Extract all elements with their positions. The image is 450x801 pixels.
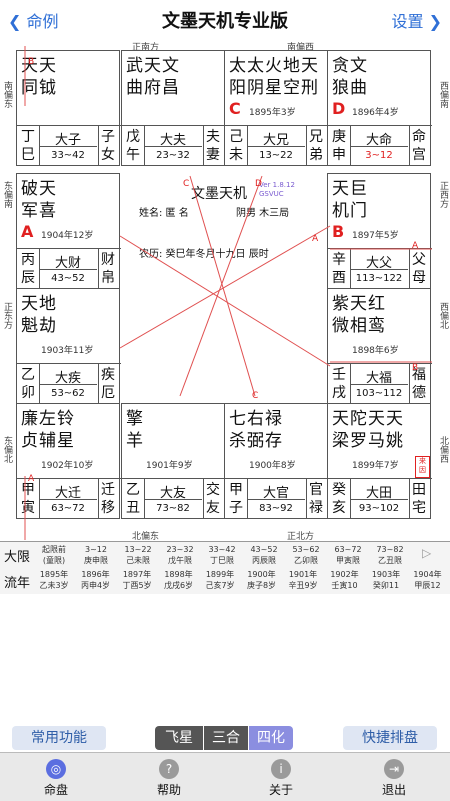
daxian-cell[interactable]: 63~72 甲寅限 <box>328 544 368 566</box>
daxian-range: 起限前 <box>42 545 66 554</box>
play-icon[interactable]: ▷ <box>422 546 431 560</box>
liunian-year: 1900年 <box>247 570 276 579</box>
liunian-ganzhi: 丙申4岁 <box>80 581 111 590</box>
liunian-year: 1903年 <box>371 570 401 579</box>
info-icon: i <box>271 759 291 779</box>
svg-text:A: A <box>312 234 319 244</box>
liunian-ganzhi: 己亥7岁 <box>205 581 235 590</box>
daxian-cell[interactable]: 73~82 乙丑限 <box>370 544 410 566</box>
liunian-ganzhi: 丁酉5岁 <box>122 581 152 590</box>
daxian-cell[interactable]: 53~62 乙卯限 <box>286 544 326 566</box>
liunian-year: 1904年 <box>413 570 442 579</box>
daxian-ganzhi: 甲寅限 <box>336 556 360 565</box>
line-b-center <box>119 235 331 367</box>
help-icon: ? <box>159 759 179 779</box>
page-title: 文墨天机专业版 <box>162 11 288 32</box>
liunian-ganzhi: 甲辰12 <box>414 581 441 590</box>
liunian-cell[interactable]: 1904年甲辰12 <box>408 569 448 591</box>
daxian-cell[interactable]: 13~22 己未限 <box>118 544 158 566</box>
tab-chart-label: 命盘 <box>43 783 68 797</box>
daxian-range: 3~12 <box>85 545 107 554</box>
liunian-year: 1899年 <box>205 570 235 579</box>
daxian-cell[interactable]: 23~32 戊午限 <box>160 544 200 566</box>
daxian-range: 23~32 <box>166 545 194 554</box>
tab-chart[interactable]: ◎ 命盘 <box>11 753 101 798</box>
tab-about[interactable]: i 关于 <box>236 753 326 798</box>
daxian-label: 大限 <box>4 550 31 565</box>
daxian-ganzhi: 戊午限 <box>168 556 192 565</box>
tab-exit-label: 退出 <box>381 783 406 797</box>
liunian-cell[interactable]: 1896年丙申4岁 <box>76 569 116 591</box>
common-functions-button[interactable]: 常用功能 <box>12 726 106 750</box>
bottom-tab-bar: ◎ 命盘 ? 帮助 i 关于 ⇥ 退出 <box>0 752 450 801</box>
chart-icon: ◎ <box>46 759 66 779</box>
daxian-range: 33~42 <box>208 545 236 554</box>
liunian-ganzhi: 庚子8岁 <box>246 581 277 590</box>
header-bar: ❮ 命例 文墨天机专业版 设置 ❯ <box>0 0 450 36</box>
three-harmony-tab[interactable]: 三合 <box>204 726 248 750</box>
liunian-ganzhi: 癸卯11 <box>372 581 400 590</box>
liunian-cell[interactable]: 1899年己亥7岁 <box>200 569 240 591</box>
liunian-ganzhi: 乙未3岁 <box>39 581 69 590</box>
settings-button[interactable]: 设置 ❯ <box>391 8 442 32</box>
svg-text:A: A <box>412 241 419 251</box>
svg-text:C: C <box>252 391 258 401</box>
daxian-cell[interactable]: 33~42 丁巳限 <box>202 544 242 566</box>
svg-text:B: B <box>28 57 34 67</box>
liunian-ganzhi: 戊戌6岁 <box>163 581 194 590</box>
tab-help[interactable]: ? 帮助 <box>124 753 214 798</box>
liunian-year: 1898年 <box>164 570 193 579</box>
chevron-right-icon: ❯ <box>428 12 442 31</box>
liunian-year: 1901年 <box>288 570 318 579</box>
liunian-cell[interactable]: 1898年戊戌6岁 <box>159 569 199 591</box>
flying-star-lines: B A C D A C A B <box>24 46 432 540</box>
svg-text:A: A <box>28 474 35 484</box>
daxian-range: 13~22 <box>124 545 152 554</box>
tab-about-label: 关于 <box>268 783 293 797</box>
svg-text:B: B <box>412 363 418 373</box>
exit-icon: ⇥ <box>384 759 404 779</box>
quick-chart-button[interactable]: 快捷排盘 <box>343 726 437 750</box>
liunian-year: 1896年 <box>81 570 110 579</box>
daxian-ganzhi: (童限) <box>42 556 66 565</box>
daxian-range: 53~62 <box>292 545 320 554</box>
liunian-year: 1897年 <box>122 570 152 579</box>
liunian-cell[interactable]: 1900年庚子8岁 <box>242 569 282 591</box>
liunian-cell[interactable]: 1895年乙未3岁 <box>34 569 74 591</box>
liunian-cell[interactable]: 1902年壬寅10 <box>325 569 365 591</box>
settings-label: 设置 <box>391 12 424 31</box>
liunian-label: 流年 <box>4 576 31 591</box>
daxian-range: 43~52 <box>250 545 278 554</box>
liunian-cell[interactable]: 1903年癸卯11 <box>366 569 406 591</box>
daxian-ganzhi: 庚申限 <box>84 556 108 565</box>
liunian-cell[interactable]: 1897年丁酉5岁 <box>117 569 157 591</box>
liunian-ganzhi: 壬寅10 <box>331 581 358 590</box>
daxian-ganzhi: 乙丑限 <box>378 556 402 565</box>
timeline-table: 大限 流年 起限前 (童限) 3~12 庚申限 13~22 己未限 23~32 戊午限 33~4… <box>0 541 450 594</box>
daxian-cell[interactable]: 3~12 庚申限 <box>76 544 116 566</box>
daxian-cell[interactable]: 43~52 丙辰限 <box>244 544 284 566</box>
daxian-ganzhi: 乙卯限 <box>294 556 318 565</box>
liunian-year: 1895年 <box>39 570 69 579</box>
liunian-year: 1902年 <box>330 570 359 579</box>
daxian-ganzhi: 丁巳限 <box>210 556 234 565</box>
four-transformations-tab[interactable]: 四化 <box>249 726 293 750</box>
line-c-left <box>189 175 256 397</box>
daxian-range: 63~72 <box>334 545 362 554</box>
line-d <box>179 175 263 397</box>
chart-board[interactable]: 正南方 南偏西 北偏东 正北方 南偏东 东偏南 正东方 东偏北 西偏南 正西方 … <box>0 36 450 542</box>
svg-text:D: D <box>255 179 262 189</box>
line-a-center <box>119 225 331 349</box>
liunian-cell[interactable]: 1901年辛丑9岁 <box>283 569 323 591</box>
daxian-range: 73~82 <box>376 545 404 554</box>
flying-star-tab[interactable]: 飞星 <box>155 726 203 750</box>
lai-yin-stamp: 来因 <box>415 456 430 478</box>
tab-help-label: 帮助 <box>156 783 181 797</box>
daxian-ganzhi: 丙辰限 <box>252 556 276 565</box>
liunian-ganzhi: 辛丑9岁 <box>288 581 318 590</box>
svg-text:C: C <box>183 179 189 189</box>
daxian-cell[interactable]: 起限前 (童限) <box>34 544 74 566</box>
tab-exit[interactable]: ⇥ 退出 <box>349 753 439 798</box>
daxian-ganzhi: 己未限 <box>126 556 150 565</box>
